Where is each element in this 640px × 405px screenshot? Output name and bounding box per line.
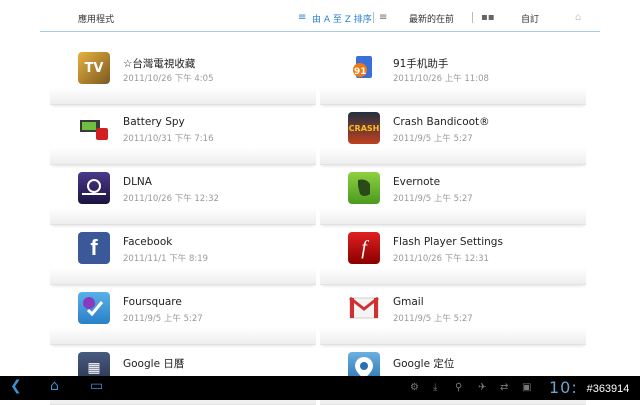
back-icon[interactable]: ❮ [10,378,22,394]
app-date: 2011/11/1 下午 8:19 [123,254,209,264]
top-tab-bar: 應用程式 ≡ 由 A 至 Z 排序 ≡ 最新的在前 ▪▪ 自訂 ⌂ [0,0,640,36]
dlna-icon [78,172,110,204]
app-item[interactable]: Foursquare 2011/9/5 上午 5:27 [50,288,316,345]
facebook-icon: f [78,232,110,264]
app-name: Crash Bandicoot® [393,116,490,128]
store-icon[interactable]: ⌂ [575,12,581,23]
watermark-label: #363914 [576,380,640,398]
android-icon: ✈ [478,382,487,393]
tab-underline [40,31,600,32]
app-item[interactable]: CRASH Crash Bandicoot® 2011/9/5 上午 5:27 [320,108,586,165]
grid-icon: ▪▪ [481,12,495,23]
battery-spy-icon [78,112,110,144]
system-bar: ❮ ⌂ ▭ ⚙ ⤓ ⚲ ✈ ⇄ ▣ 10:05 #363914 [0,376,640,400]
app-item[interactable]: TV ☆台灣電視收藏 2011/10/26 下午 4:05 [50,48,316,105]
app-name: ☆台灣電視收藏 [123,58,196,70]
91-assistant-icon: 91 [348,52,380,84]
tv-app-icon: TV [78,52,110,84]
app-name: Battery Spy [123,116,185,128]
app-name: Gmail [393,296,424,308]
divider [472,12,473,23]
svg-text:91: 91 [354,67,367,77]
app-item[interactable]: f Flash Player Settings 2011/10/26 下午 12… [320,228,586,285]
sort-recent-tab[interactable]: 最新的在前 [409,12,454,25]
app-grid: TV ☆台灣電視收藏 2011/10/26 下午 4:05 91 91手机助手 … [0,36,640,405]
app-date: 2011/9/5 上午 5:27 [393,314,473,324]
sort-az-tab[interactable]: 由 A 至 Z 排序 [312,12,372,25]
sync-icon: ⇄ [500,382,509,393]
app-name: DLNA [123,176,152,188]
app-date: 2011/10/26 下午 4:05 [123,74,214,84]
app-item[interactable]: Battery Spy 2011/10/31 下午 7:16 [50,108,316,165]
recent-apps-icon[interactable]: ▭ [90,378,103,394]
app-name: Google 定位 [393,358,455,370]
debug-icon: ⚲ [455,382,463,393]
custom-tab[interactable]: 自訂 [521,12,539,25]
app-name: Evernote [393,176,441,188]
download-icon: ⤓ [433,382,438,393]
divider [373,12,374,23]
app-date: 2011/10/26 下午 12:31 [393,254,489,264]
app-date: 2011/10/26 上午 11:08 [393,74,489,84]
app-name: Google 日曆 [123,358,185,370]
app-date: 2011/9/5 上午 5:27 [393,134,473,144]
app-date: 2011/9/5 上午 5:27 [393,194,473,204]
list-sort-icon: ≡ [298,12,307,23]
home-icon[interactable]: ⌂ [50,378,59,394]
app-item[interactable]: Evernote 2011/9/5 上午 5:27 [320,168,586,225]
crash-bandicoot-icon: CRASH [348,112,380,144]
app-name: 91手机助手 [393,58,449,70]
flash-icon: f [348,232,380,264]
app-item[interactable]: f Facebook 2011/11/1 下午 8:19 [50,228,316,285]
app-item[interactable]: Gmail 2011/9/5 上午 5:27 [320,288,586,345]
gmail-icon [348,292,380,324]
app-name: Flash Player Settings [393,236,503,248]
app-name: Facebook [123,236,173,248]
app-date: 2011/10/31 下午 7:16 [123,134,214,144]
foursquare-icon [78,292,110,324]
page-title: 應用程式 [78,15,115,25]
evernote-icon [348,172,380,204]
usb-icon: ⚙ [410,382,419,393]
app-date: 2011/9/5 上午 5:27 [123,314,203,324]
app-item[interactable]: DLNA 2011/10/26 下午 12:32 [50,168,316,225]
app-item[interactable]: 91 91手机助手 2011/10/26 上午 11:08 [320,48,586,105]
app-date: 2011/10/26 下午 12:32 [123,194,219,204]
list-icon: ≡ [379,12,388,23]
screenshot-icon: ▣ [522,382,532,393]
app-name: Foursquare [123,296,182,308]
